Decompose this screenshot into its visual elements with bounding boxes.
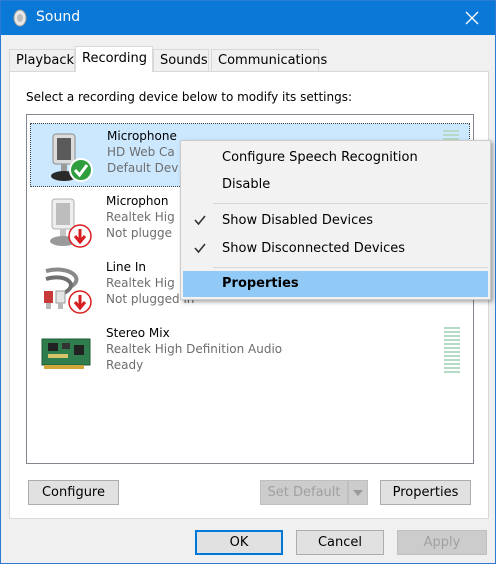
cancel-button[interactable]: Cancel: [296, 530, 384, 555]
device-description: Realtek Hig: [106, 276, 175, 290]
menu-item-show-disconnected-devices[interactable]: Show Disconnected Devices: [183, 236, 488, 262]
device-description: Realtek High Definition Audio: [106, 342, 283, 356]
properties-button[interactable]: Properties: [380, 480, 471, 505]
set-default-button[interactable]: Set Default: [260, 480, 348, 505]
ok-button[interactable]: OK: [195, 530, 283, 555]
menu-item-label: Configure Speech Recognition: [222, 150, 418, 165]
line-in-cable-icon: [44, 267, 92, 314]
tab-sounds[interactable]: Sounds: [153, 49, 209, 71]
menu-item-label: Show Disconnected Devices: [222, 241, 406, 256]
tab-playback[interactable]: Playback: [9, 49, 75, 71]
menu-item-label: Disable: [222, 177, 271, 192]
microphone-icon: [50, 198, 92, 248]
device-status: Default Dev: [107, 161, 179, 175]
menu-item-show-disabled-devices[interactable]: Show Disabled Devices: [183, 208, 488, 234]
apply-label: Apply: [423, 535, 461, 550]
window-title: Sound: [36, 9, 81, 25]
tab-label: Communications: [218, 53, 328, 68]
menu-separator: [213, 203, 488, 204]
configure-button[interactable]: Configure: [28, 480, 119, 505]
check-badge-icon: [69, 158, 93, 182]
tab-label: Sounds: [160, 53, 208, 68]
chevron-down-icon: [353, 489, 363, 496]
tab-label: Playback: [16, 53, 75, 68]
device-name: Microphone: [107, 129, 177, 143]
tab-label: Recording: [82, 51, 148, 66]
apply-button[interactable]: Apply: [397, 530, 487, 555]
configure-label: Configure: [41, 485, 105, 500]
checkmark-icon: [194, 243, 206, 254]
device-item-stereo-mix[interactable]: Stereo Mix Realtek High Definition Audio…: [30, 321, 470, 385]
tab-recording[interactable]: Recording: [75, 46, 153, 72]
microphone-icon: [51, 133, 93, 182]
cancel-label: Cancel: [317, 535, 363, 550]
device-description: HD Web Ca: [107, 145, 175, 159]
menu-separator: [213, 267, 488, 268]
device-name: Stereo Mix: [106, 326, 170, 340]
title-bar[interactable]: Sound: [1, 1, 495, 35]
device-status: Not plugge: [106, 226, 173, 240]
menu-item-configure-speech-recognition[interactable]: Configure Speech Recognition: [183, 145, 488, 171]
device-name: Line In: [106, 260, 146, 274]
tab-communications[interactable]: Communications: [211, 49, 327, 71]
context-menu: Configure Speech Recognition Disable Sho…: [180, 140, 491, 300]
device-name: Microphon: [106, 194, 169, 208]
speaker-icon: [13, 9, 27, 27]
sound-card-icon: [41, 338, 91, 369]
close-icon: [465, 11, 479, 25]
menu-item-label: Show Disabled Devices: [222, 213, 374, 228]
menu-item-properties[interactable]: Properties: [183, 271, 488, 297]
device-description: Realtek Hig: [106, 210, 175, 224]
checkmark-icon: [194, 215, 206, 226]
close-button[interactable]: [449, 1, 495, 35]
level-meter: [444, 327, 460, 375]
menu-item-label: Properties: [222, 276, 299, 291]
device-status: Ready: [106, 358, 144, 372]
set-default-dropdown-button[interactable]: [348, 480, 368, 505]
menu-item-disable[interactable]: Disable: [183, 172, 488, 198]
properties-label: Properties: [392, 485, 459, 500]
ok-label: OK: [229, 535, 249, 550]
set-default-label: Set Default: [267, 485, 341, 500]
instructions-text: Select a recording device below to modif…: [26, 90, 353, 104]
